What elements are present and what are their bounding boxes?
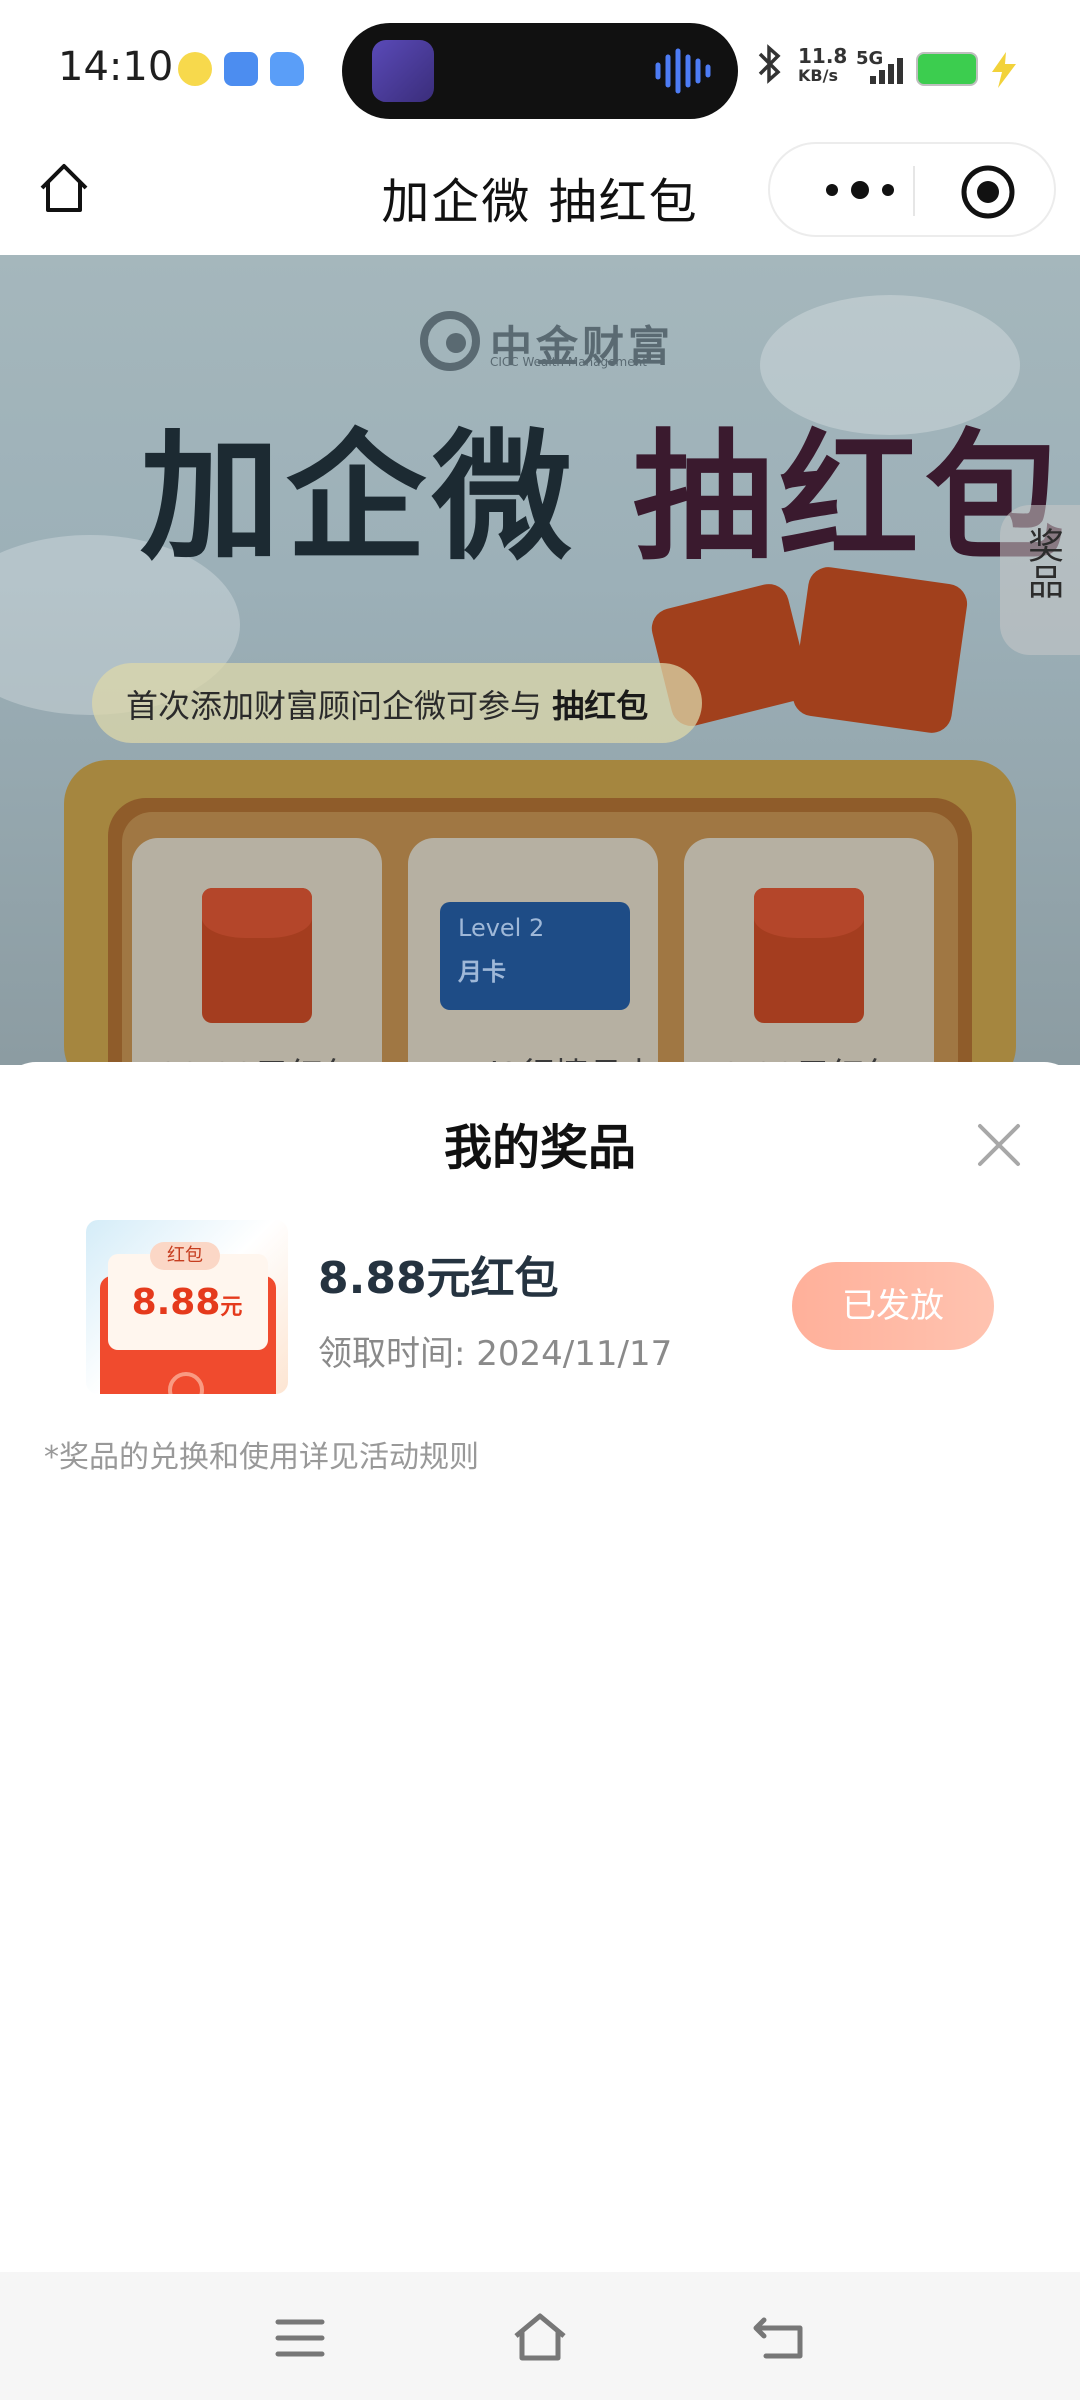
app-pill-icon[interactable]: [372, 40, 434, 102]
prize-card[interactable]: 88.88元红包: [132, 838, 382, 1065]
red-envelope-icon: [754, 888, 864, 1023]
level2-card-icon: Level 2 月卡: [440, 902, 630, 1010]
tagline-pill: 首次添加财富顾问企微可参与 抽红包: [92, 663, 702, 743]
mini-app-nav-bar: 加企微 抽红包: [0, 140, 1080, 255]
red-envelope-icon: [202, 888, 312, 1023]
prize-name: 8.88元红包: [318, 1253, 559, 1304]
voice-wave-icon: [655, 48, 711, 94]
mini-app-capsule: [768, 142, 1056, 237]
rules-note: *奖品的兑换和使用详见活动规则: [44, 1440, 479, 1475]
system-nav-bar: [0, 2272, 1080, 2400]
hero-title: 加企微 抽红包: [140, 385, 1071, 587]
prize-card[interactable]: 8.88元红包: [684, 838, 934, 1065]
my-prizes-sheet: 我的奖品 红包 8.88元 8.88元红包 领取时间: 2024/11/17 已…: [0, 1062, 1080, 2272]
close-icon[interactable]: [970, 1116, 1028, 1174]
prize-pool-board: 88.88元红包 Level 2 月卡 Level2行情月卡 8.88元红包: [122, 812, 958, 1065]
cicc-logo-icon: [420, 311, 480, 371]
sheet-title: 我的奖品: [443, 1120, 636, 1176]
hero-title-left: 加企微: [140, 417, 579, 580]
more-dots-icon[interactable]: [810, 170, 910, 210]
target-close-icon[interactable]: [958, 162, 1018, 222]
issued-status-button[interactable]: 已发放: [792, 1262, 994, 1350]
prize-pool-frame: 88.88元红包 Level 2 月卡 Level2行情月卡 8.88元红包: [64, 760, 1016, 1065]
status-time: 14:10: [58, 44, 174, 90]
red-envelope-decoration: [790, 564, 970, 736]
status-bar: 14:10 11.8 KB/s 5G: [0, 0, 1080, 140]
side-tab-label: 奖品: [1022, 527, 1063, 599]
prize-card[interactable]: Level 2 月卡 Level2行情月卡: [408, 838, 658, 1065]
battery-icon: [916, 52, 978, 86]
signal-icon: [870, 58, 903, 84]
system-home-icon[interactable]: [512, 2310, 568, 2366]
prizes-side-tab[interactable]: 奖品: [1000, 505, 1080, 655]
back-icon[interactable]: [752, 2310, 808, 2366]
red-envelope-thumbnail: 红包 8.88元: [86, 1220, 288, 1394]
net-speed: 11.8 KB/s: [798, 44, 848, 85]
envelope-tag: 红包: [150, 1242, 220, 1270]
tagline-text: 首次添加财富顾问企微可参与 抽红包: [126, 687, 649, 725]
doc-icon: [270, 52, 304, 86]
campaign-banner: 中金财富 CICC Wealth Management 加企微 抽红包 奖品 首…: [0, 255, 1080, 1065]
status-right: 11.8 KB/s 5G: [750, 40, 1050, 100]
prize-pool-inner: 88.88元红包 Level 2 月卡 Level2行情月卡 8.88元红包: [108, 798, 972, 1065]
dynamic-island[interactable]: [342, 23, 738, 119]
envelope-amount: 8.88元: [131, 1282, 243, 1323]
message-icon: [224, 52, 258, 86]
brand-subtitle: CICC Wealth Management: [490, 355, 647, 369]
charging-icon: [992, 52, 1016, 88]
capsule-divider: [913, 166, 915, 216]
menu-icon[interactable]: [272, 2310, 328, 2366]
notification-app-icon: [178, 52, 212, 86]
prize-claim-time: 领取时间: 2024/11/17: [318, 1334, 673, 1374]
prize-list-item: 红包 8.88元 8.88元红包 领取时间: 2024/11/17 已发放: [0, 1220, 1080, 1395]
bluetooth-icon: [758, 44, 781, 84]
